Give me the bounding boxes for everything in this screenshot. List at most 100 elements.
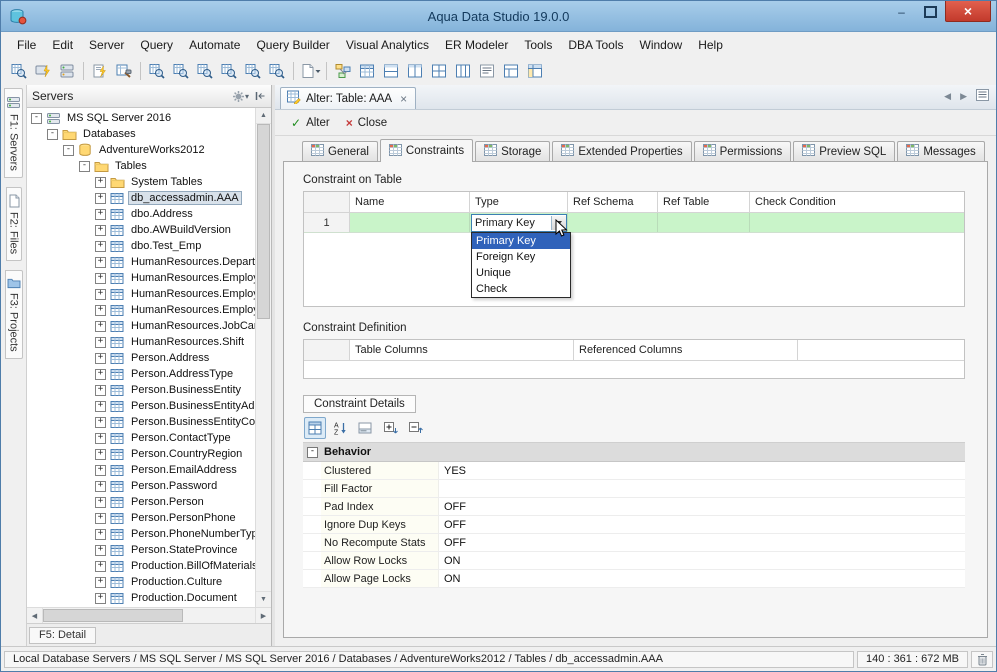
- column-header-ref-table[interactable]: Ref Table: [658, 192, 750, 212]
- constraint-details-tab[interactable]: Constraint Details: [303, 395, 416, 413]
- detail-tab[interactable]: F5: Detail: [29, 627, 96, 644]
- new-file-icon[interactable]: [298, 59, 322, 83]
- expand-icon[interactable]: +: [95, 433, 106, 444]
- expand-icon[interactable]: +: [95, 481, 106, 492]
- menu-tools[interactable]: Tools: [516, 35, 560, 55]
- expand-icon[interactable]: +: [95, 417, 106, 428]
- minimize-button[interactable]: –: [887, 1, 916, 22]
- property-row-allow-page-locks[interactable]: Allow Page LocksON: [303, 570, 965, 588]
- tree-node-humanresources-shift[interactable]: +HumanResources.Shift: [27, 334, 256, 350]
- tree-node-person-addresstype[interactable]: +Person.AddressType: [27, 366, 256, 382]
- tree-node-db-accessadmin-aaa[interactable]: +db_accessadmin.AAA: [27, 190, 256, 206]
- tree-node-adventureworks2012[interactable]: -AdventureWorks2012: [27, 142, 256, 158]
- property-row-clustered[interactable]: ClusteredYES: [303, 462, 965, 480]
- scroll-left-icon[interactable]: ◀: [27, 608, 43, 623]
- expand-icon[interactable]: +: [95, 401, 106, 412]
- dropdown-option-primary-key[interactable]: Primary Key: [472, 233, 570, 249]
- cell-check-condition[interactable]: [750, 213, 964, 232]
- split-horizontal-icon[interactable]: [379, 59, 403, 83]
- column-header-table-columns[interactable]: Table Columns: [350, 340, 574, 360]
- property-row-pad-index[interactable]: Pad IndexOFF: [303, 498, 965, 516]
- description-area-icon[interactable]: [354, 417, 376, 439]
- scroll-thumb[interactable]: [43, 609, 183, 622]
- tree-node-person-phonenumbertype[interactable]: +Person.PhoneNumberType: [27, 526, 256, 542]
- document-tab-alter-table[interactable]: Alter: Table: AAA ×: [280, 87, 416, 109]
- property-value[interactable]: OFF: [439, 498, 965, 515]
- constraint-row[interactable]: 1Primary Key: [304, 213, 964, 233]
- window-list-icon[interactable]: [976, 89, 989, 103]
- column-header-type[interactable]: Type: [470, 192, 568, 212]
- menu-dba-tools[interactable]: DBA Tools: [560, 35, 631, 55]
- property-row-allow-row-locks[interactable]: Allow Row LocksON: [303, 552, 965, 570]
- results-grid-icon[interactable]: [355, 59, 379, 83]
- nav-back-icon[interactable]: ◀: [944, 91, 951, 102]
- tree-node-person-businessentitycontact[interactable]: +Person.BusinessEntityContact: [27, 414, 256, 430]
- collapse-icon[interactable]: -: [79, 161, 90, 172]
- expand-icon[interactable]: +: [95, 209, 106, 220]
- expand-icon[interactable]: +: [95, 225, 106, 236]
- tree-node-person-person[interactable]: +Person.Person: [27, 494, 256, 510]
- panel-menu-gear-icon[interactable]: ▾: [232, 90, 249, 103]
- tree-node-person-businessentityaddress[interactable]: +Person.BusinessEntityAddress: [27, 398, 256, 414]
- property-value[interactable]: ON: [439, 552, 965, 569]
- property-value[interactable]: [439, 480, 965, 497]
- expand-icon[interactable]: +: [95, 273, 106, 284]
- menu-window[interactable]: Window: [632, 35, 691, 55]
- tree-node-tables[interactable]: -Tables: [27, 158, 256, 174]
- tab-constraints[interactable]: Constraints: [380, 139, 473, 162]
- expand-icon[interactable]: +: [95, 321, 106, 332]
- tab-preview-sql[interactable]: Preview SQL: [793, 141, 895, 161]
- collapse-icon[interactable]: -: [31, 113, 42, 124]
- tree-node-system-tables[interactable]: +System Tables: [27, 174, 256, 190]
- cell-ref-table[interactable]: [658, 213, 750, 232]
- expand-icon[interactable]: +: [95, 353, 106, 364]
- text-view-icon[interactable]: [475, 59, 499, 83]
- title-bar[interactable]: Aqua Data Studio 19.0.0 – ×: [1, 1, 996, 32]
- expand-icon[interactable]: +: [95, 545, 106, 556]
- scroll-thumb[interactable]: [257, 124, 270, 319]
- new-query-analyzer-icon[interactable]: [88, 59, 112, 83]
- tab-close-icon[interactable]: ×: [400, 92, 407, 106]
- column-header-check-condition[interactable]: Check Condition: [750, 192, 964, 212]
- tree-node-dbo-awbuildversion[interactable]: +dbo.AWBuildVersion: [27, 222, 256, 238]
- cell-type[interactable]: Primary Key: [470, 213, 568, 232]
- dock-tab-f2-files[interactable]: F2: Files: [6, 187, 22, 261]
- object-search-icon[interactable]: [193, 59, 217, 83]
- table-data-search-icon[interactable]: [169, 59, 193, 83]
- menu-query[interactable]: Query: [132, 35, 181, 55]
- connect-server-icon[interactable]: [31, 59, 55, 83]
- tree-node-person-address[interactable]: +Person.Address: [27, 350, 256, 366]
- ddl-search-icon[interactable]: [241, 59, 265, 83]
- tree-node-databases[interactable]: -Databases: [27, 126, 256, 142]
- close-button[interactable]: ×: [945, 1, 991, 22]
- expand-icon[interactable]: +: [95, 337, 106, 348]
- scroll-up-icon[interactable]: ▲: [256, 108, 271, 124]
- menu-er-modeler[interactable]: ER Modeler: [437, 35, 516, 55]
- tree-node-humanresources-employeedepartmenthistory[interactable]: +HumanResources.EmployeeDepartmentHistor…: [27, 286, 256, 302]
- instance-monitor-icon[interactable]: [265, 59, 289, 83]
- expand-icon[interactable]: +: [95, 305, 106, 316]
- tree-node-humanresources-employee[interactable]: +HumanResources.Employee: [27, 270, 256, 286]
- tree-node-person-businessentity[interactable]: +Person.BusinessEntity: [27, 382, 256, 398]
- tree-node-production-document[interactable]: +Production.Document: [27, 590, 256, 606]
- tree-node-ms-sql-server-2016[interactable]: -MS SQL Server 2016: [27, 110, 256, 126]
- cell-name[interactable]: [350, 213, 470, 232]
- menu-help[interactable]: Help: [690, 35, 731, 55]
- property-group-behavior[interactable]: - Behavior: [303, 443, 965, 462]
- nav-forward-icon[interactable]: ▶: [960, 91, 967, 102]
- expand-icon[interactable]: +: [95, 193, 106, 204]
- tree-node-person-personphone[interactable]: +Person.PersonPhone: [27, 510, 256, 526]
- garbage-collect-button[interactable]: [971, 651, 993, 668]
- expand-icon[interactable]: +: [95, 465, 106, 476]
- tree-node-person-contacttype[interactable]: +Person.ContactType: [27, 430, 256, 446]
- property-row-no-recompute-stats[interactable]: No Recompute StatsOFF: [303, 534, 965, 552]
- tree-node-dbo-test-emp[interactable]: +dbo.Test_Emp: [27, 238, 256, 254]
- tree-node-person-countryregion[interactable]: +Person.CountryRegion: [27, 446, 256, 462]
- column-header-referenced-columns[interactable]: Referenced Columns: [574, 340, 798, 360]
- pivot-view-icon[interactable]: [523, 59, 547, 83]
- property-value[interactable]: OFF: [439, 534, 965, 551]
- tab-messages[interactable]: Messages: [897, 141, 984, 161]
- close-document-button[interactable]: × Close: [338, 114, 395, 132]
- expand-icon[interactable]: +: [95, 561, 106, 572]
- collapse-icon[interactable]: -: [47, 129, 58, 140]
